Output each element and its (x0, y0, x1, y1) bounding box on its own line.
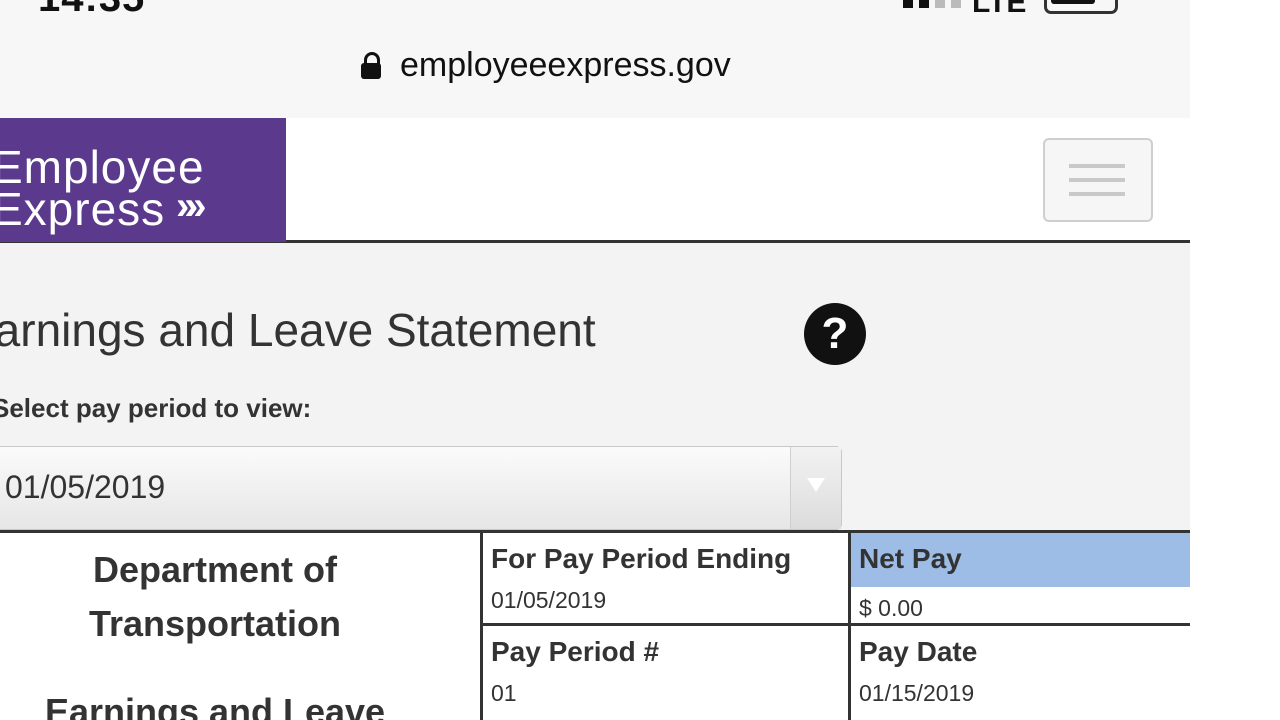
net-pay-value: $ 0.00 (859, 595, 923, 621)
network-label: LTE (972, 0, 1027, 19)
hamburger-menu-button[interactable] (1043, 138, 1153, 222)
department-header: Department of Transportation Earnings an… (0, 533, 480, 720)
pay-period-number-value: 01 (491, 680, 517, 706)
lock-icon (360, 51, 382, 80)
page-margin (1190, 0, 1280, 720)
pay-period-number-label: Pay Period # (491, 636, 660, 667)
phone-screen: 14:35 LTE employeeexpress.gov Employee E… (0, 0, 1190, 720)
status-bar: 14:35 LTE (0, 0, 1190, 30)
page-title: Earnings and Leave Statement (0, 304, 596, 356)
pay-period-ending-cell: For Pay Period Ending 01/05/2019 (480, 533, 849, 623)
battery-icon (1044, 0, 1118, 14)
pay-period-select-value: 01/05/2019 (5, 469, 166, 505)
pay-period-number-cell: Pay Period # 01 (480, 626, 849, 720)
browser-url-bar[interactable]: employeeexpress.gov (0, 30, 1190, 119)
logo-arrows-icon: »» (176, 184, 206, 228)
pay-period-select[interactable]: 01/05/2019 (0, 446, 842, 530)
statement-doc-title: Earnings and Leave (44, 691, 386, 720)
statement-table: Department of Transportation Earnings an… (0, 530, 1190, 720)
menu-bar-icon (1069, 178, 1125, 182)
site-header: Employee Express »» (0, 118, 1190, 243)
pay-date-label: Pay Date (859, 636, 978, 667)
net-pay-label: Net Pay (859, 543, 962, 574)
url-text[interactable]: employeeexpress.gov (400, 46, 731, 85)
url-wrap: employeeexpress.gov (360, 46, 731, 85)
pay-period-ending-label: For Pay Period Ending (491, 543, 792, 574)
pay-period-ending-value: 01/05/2019 (491, 587, 607, 613)
pay-date-cell: Pay Date 01/15/2019 (848, 626, 1190, 720)
status-time: 14:35 (38, 0, 145, 21)
main-content: Earnings and Leave Statement ? Select pa… (0, 243, 1190, 720)
help-icon[interactable]: ? (804, 303, 866, 365)
dropdown-arrow-icon[interactable] (790, 447, 841, 529)
logo-text-line2: Express (0, 183, 166, 235)
pay-date-value: 01/15/2019 (859, 680, 975, 706)
pay-period-select-label: Select pay period to view: (0, 393, 312, 423)
employee-express-logo[interactable]: Employee Express »» (0, 118, 286, 242)
menu-bar-icon (1069, 164, 1125, 168)
signal-icon (903, 0, 961, 8)
net-pay-cell: Net Pay $ 0.00 (848, 533, 1190, 623)
menu-bar-icon (1069, 192, 1125, 196)
department-line2: Transportation (88, 603, 342, 644)
department-line1: Department of (92, 549, 338, 590)
